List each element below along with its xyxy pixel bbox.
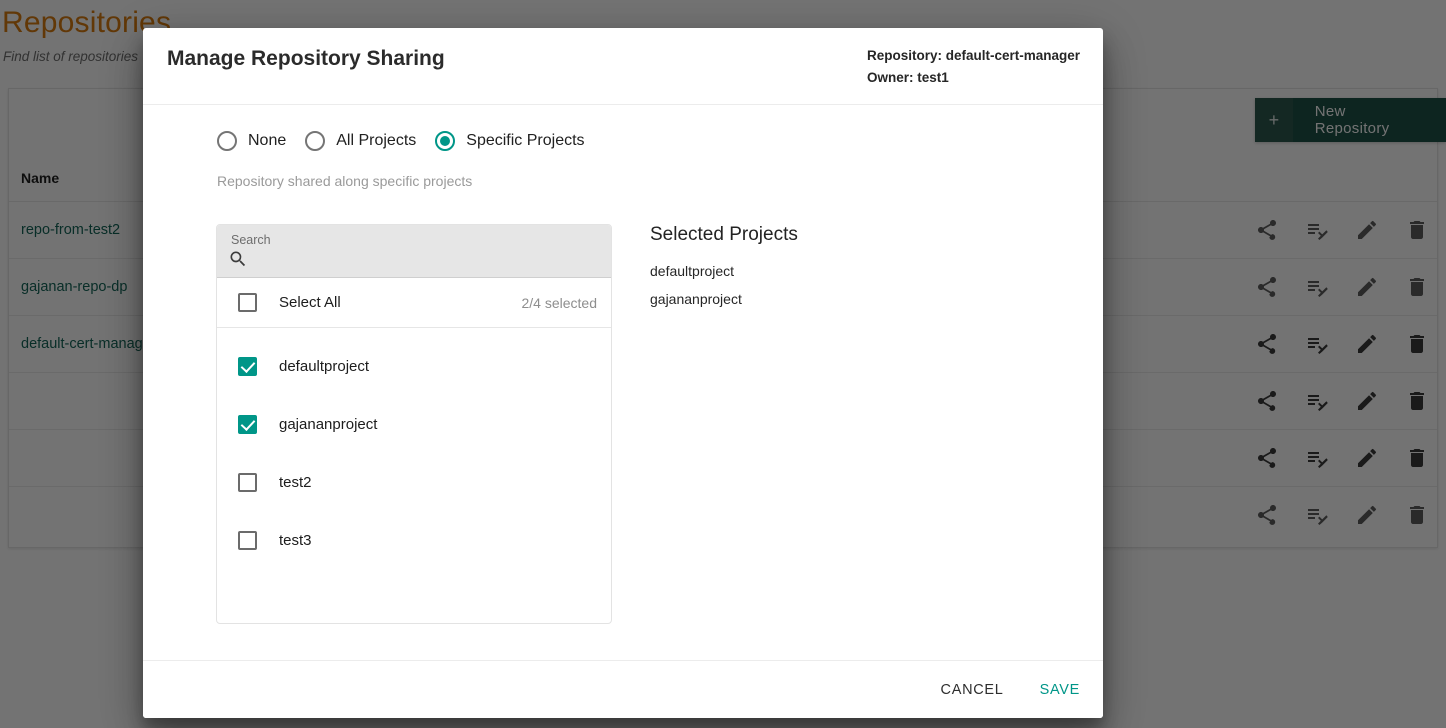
select-all-label: Select All: [279, 294, 341, 311]
select-all-row[interactable]: Select All 2/4 selected: [217, 278, 611, 328]
dialog-header: Manage Repository Sharing Repository: de…: [143, 28, 1103, 105]
list-item[interactable]: test3: [217, 511, 611, 569]
radio-label-specific-projects: Specific Projects: [466, 132, 585, 149]
radio-option-none[interactable]: None: [217, 131, 286, 151]
owner-meta-line: Owner: test1: [866, 70, 949, 85]
project-checkbox[interactable]: [238, 530, 257, 550]
sharing-hint: Repository shared along specific project…: [217, 173, 473, 189]
project-checkbox-checked[interactable]: [238, 414, 257, 434]
list-item[interactable]: defaultproject: [217, 337, 611, 395]
search-icon: [228, 249, 248, 269]
search-input[interactable]: [253, 249, 599, 271]
search-field[interactable]: Search: [217, 225, 611, 278]
manage-repository-sharing-dialog: Manage Repository Sharing Repository: de…: [143, 28, 1103, 718]
selected-project-name: gajananproject: [650, 291, 742, 307]
selected-project-name: defaultproject: [650, 263, 735, 279]
search-field-label: Search: [231, 233, 271, 247]
radio-label-none: None: [248, 132, 287, 149]
radio-circle-icon: [217, 131, 237, 151]
radio-label-all-projects: All Projects: [336, 132, 417, 149]
project-label: test2: [279, 473, 312, 491]
project-checkbox-checked[interactable]: [238, 356, 257, 376]
dialog-meta: Repository: default-cert-manager Owner: …: [867, 45, 1080, 89]
selected-projects-title: Selected Projects: [650, 224, 798, 245]
radio-circle-icon: [305, 131, 326, 151]
project-label: test3: [279, 531, 312, 549]
list-item[interactable]: test2: [217, 453, 611, 511]
project-label: gajananproject: [279, 415, 378, 433]
repository-meta-line: Repository: default-cert-manager: [866, 48, 1080, 63]
dialog-title: Manage Repository Sharing: [167, 47, 445, 70]
select-all-checkbox[interactable]: [238, 293, 257, 312]
save-button[interactable]: SAVE: [1036, 674, 1084, 706]
sharing-options-group: None All Projects Specific Projects: [217, 131, 585, 151]
project-checkbox[interactable]: [238, 472, 257, 492]
radio-circle-selected-icon: [435, 131, 456, 151]
radio-option-specific-projects[interactable]: Specific Projects: [435, 131, 585, 151]
selected-projects-list: defaultproject gajananproject: [650, 263, 1030, 307]
selected-count: 2/4 selected: [521, 294, 598, 311]
dialog-footer: CANCEL SAVE: [143, 660, 1103, 718]
radio-option-all-projects[interactable]: All Projects: [305, 131, 416, 151]
cancel-button[interactable]: CANCEL: [937, 674, 1008, 706]
selected-projects-panel: Selected Projects defaultproject gajanan…: [650, 224, 1030, 307]
list-item[interactable]: gajananproject: [217, 395, 611, 453]
project-label: defaultproject: [279, 357, 370, 375]
projects-list-panel: Search Select All 2/4 selected defaultpr…: [216, 224, 612, 624]
